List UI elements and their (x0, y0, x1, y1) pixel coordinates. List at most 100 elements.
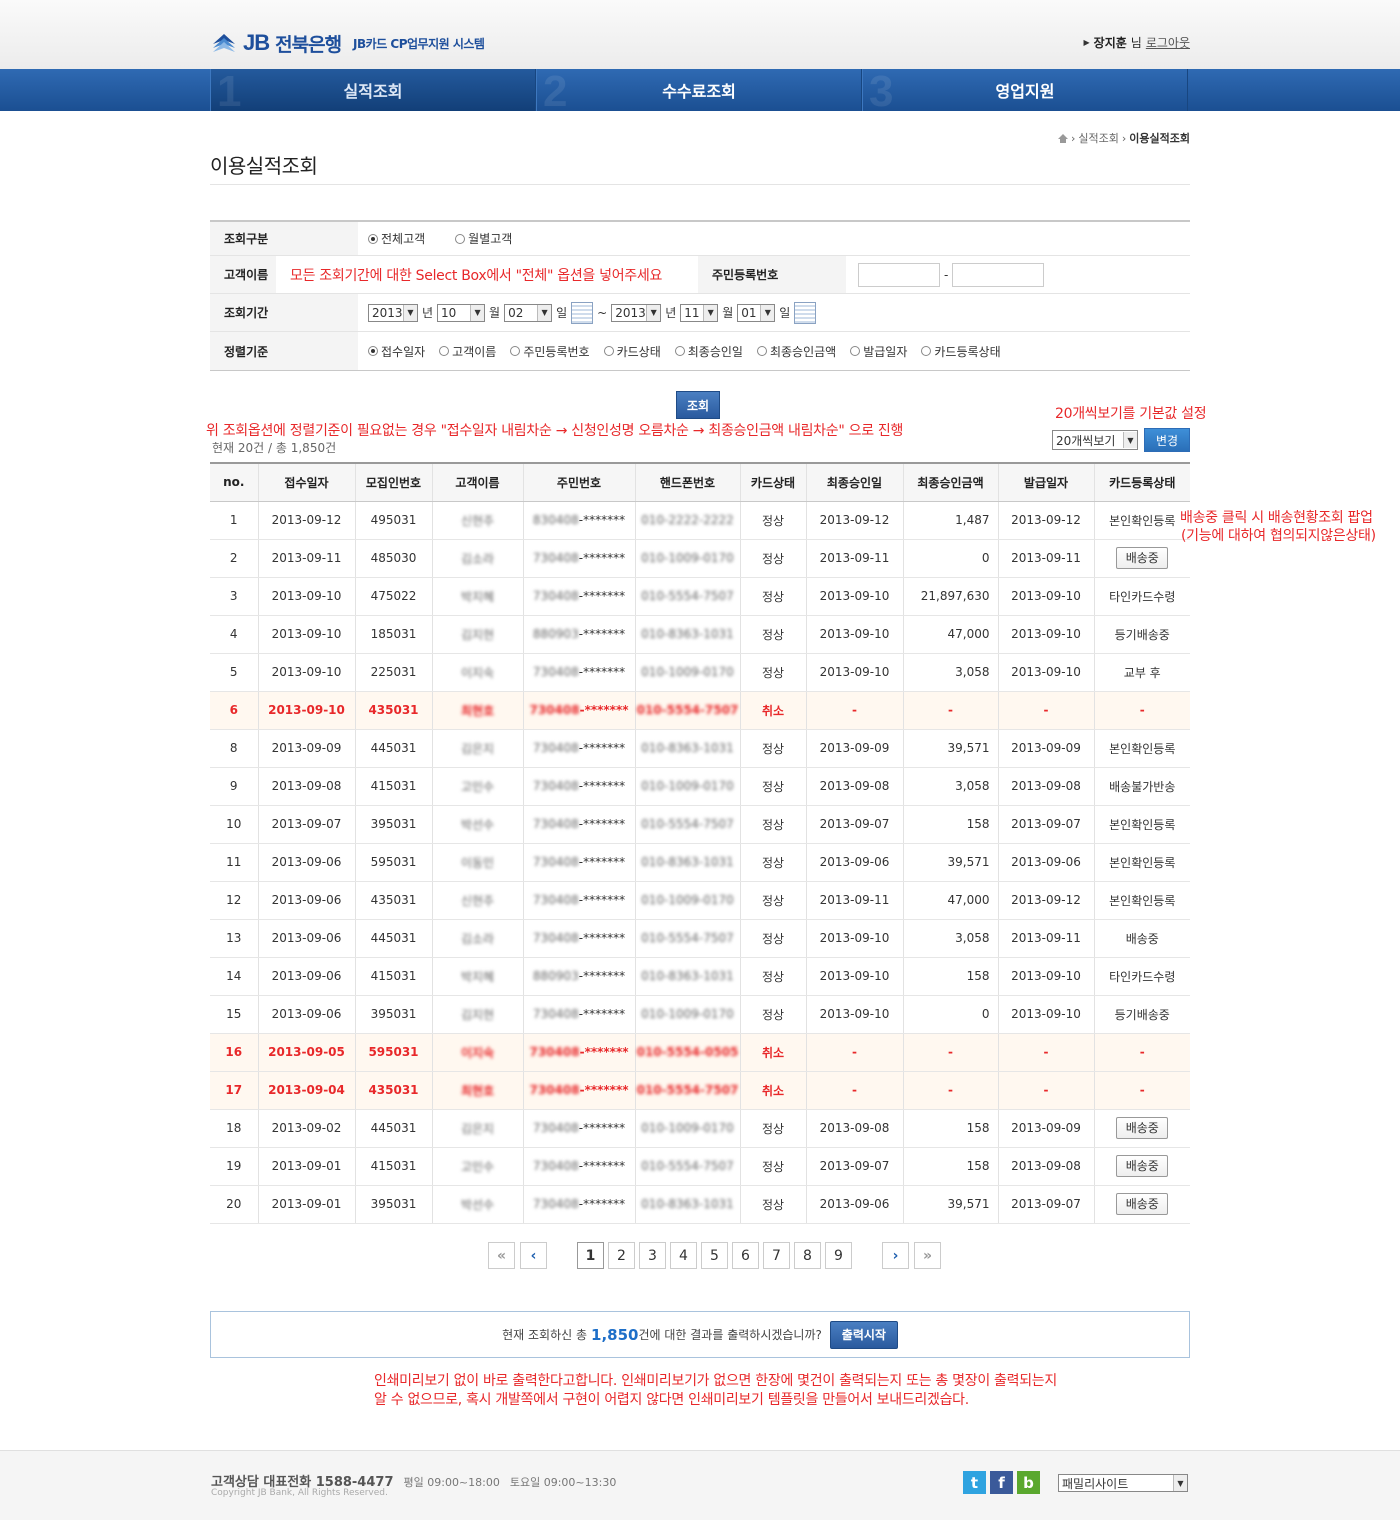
radio-all-customers[interactable]: 전체고객 (368, 230, 425, 247)
page-number-button[interactable]: 9 (825, 1242, 852, 1269)
cell-phone: 010-1009-0170 (634, 1109, 740, 1148)
cell-rrn: 730408-******* (522, 691, 635, 730)
masked-rrn: 730408-******* (533, 893, 625, 907)
twitter-icon[interactable]: t (963, 1471, 986, 1494)
page-number-button[interactable]: 7 (763, 1242, 790, 1269)
page-number-button[interactable]: 8 (794, 1242, 821, 1269)
masked-name: 김소라 (460, 931, 495, 946)
cell-amount: 158 (902, 957, 998, 996)
cell-date: 2013-09-11 (257, 539, 355, 578)
sort-option-radio[interactable]: 카드등록상태 (921, 343, 1001, 360)
cell-phone: 010-1009-0170 (634, 653, 740, 692)
to-year-select[interactable]: 2013 ▼ (611, 303, 662, 322)
column-header: 고객이름 (431, 464, 523, 502)
page-number-button[interactable]: 3 (639, 1242, 666, 1269)
cell-name: 신현주 (431, 501, 523, 540)
from-year-select[interactable]: 2013 ▼ (368, 303, 418, 322)
sort-option-radio[interactable]: 최종승인일 (674, 343, 743, 360)
first-page-button[interactable]: « (488, 1242, 515, 1269)
masked-rrn: 730408-******* (533, 665, 625, 679)
cell-phone: 010-8363-1031 (634, 729, 740, 768)
rrn-first-input[interactable] (858, 262, 940, 287)
shipping-status-button[interactable]: 배송중 (1116, 1193, 1169, 1215)
from-day-select[interactable]: 02 ▼ (504, 303, 553, 322)
masked-rrn: 730408-******* (533, 589, 625, 603)
page-number-button[interactable]: 5 (701, 1242, 728, 1269)
rrn-second-input[interactable] (952, 262, 1045, 287)
sort-option-radio[interactable]: 발급일자 (850, 343, 907, 360)
calendar-icon[interactable] (794, 301, 817, 324)
rrn-masked-suffix: -******* (578, 931, 626, 945)
table-row: 8 2013-09-09 445031 김은지 730408-******* 010-83… (210, 729, 1190, 768)
radio-selected-icon (368, 346, 378, 356)
main-nav: 1 실적조회 2 수수료조회 3 영업지원 (0, 67, 1400, 116)
rrn-masked-suffix: -******* (579, 1083, 629, 1097)
cell-status: 정상 (739, 881, 806, 920)
facebook-icon[interactable]: f (990, 1471, 1013, 1494)
breadcrumb-parent[interactable]: 실적조회 (1078, 130, 1118, 146)
page-number-button[interactable]: 4 (670, 1242, 697, 1269)
page-number-button[interactable]: 6 (732, 1242, 759, 1269)
masked-phone: 010-5554-7507 (641, 817, 734, 831)
rrn-masked-prefix: 730408 (532, 855, 579, 869)
cell-approve: 2013-09-07 (805, 805, 903, 844)
select-value: 10 (441, 305, 457, 320)
cell-date: 2013-09-06 (257, 843, 355, 882)
rrn-masked-prefix: 730408 (532, 1007, 579, 1021)
cell-approve: 2013-09-10 (805, 615, 903, 654)
cell-phone: 010-8363-1031 (634, 615, 740, 654)
cell-status: 정상 (739, 1109, 806, 1148)
shipping-status-button[interactable]: 배송중 (1116, 547, 1169, 569)
nav-item-performance[interactable]: 1 실적조회 (210, 67, 536, 116)
page-number-button[interactable]: 1 (577, 1242, 604, 1269)
radio-monthly-customers[interactable]: 월별고객 (455, 230, 512, 247)
sort-option-radio[interactable]: 고객이름 (439, 343, 496, 360)
change-button[interactable]: 변경 (1144, 428, 1190, 452)
family-site-select[interactable]: 패밀리사이트 ▼ (1058, 1474, 1188, 1492)
calendar-icon[interactable] (571, 301, 594, 324)
cell-name: 박선수 (431, 1185, 523, 1224)
to-month-select[interactable]: 11 ▼ (680, 303, 719, 322)
cell-phone: 010-5554-7507 (634, 577, 740, 616)
nav-item-sales-support[interactable]: 3 영업지원 (862, 67, 1188, 116)
cell-amount: 39,571 (902, 843, 998, 882)
masked-name: 최현호 (460, 1083, 495, 1098)
shipping-status-button[interactable]: 배송중 (1116, 1117, 1169, 1139)
page-size-select[interactable]: 20개씩보기 ▼ (1052, 430, 1138, 450)
sort-option-radio[interactable]: 최종승인금액 (756, 343, 836, 360)
rrn-masked-prefix: 830408 (532, 513, 579, 527)
cell-phone: 010-1009-0170 (634, 995, 740, 1034)
shipping-status-button[interactable]: 배송중 (1116, 1155, 1169, 1177)
masked-name: 김은지 (460, 1121, 495, 1136)
next-page-button[interactable]: › (882, 1242, 909, 1269)
page-number-button[interactable]: 2 (608, 1242, 635, 1269)
from-month-select[interactable]: 10 ▼ (437, 303, 486, 322)
cell-name: 김소라 (431, 919, 523, 958)
cell-issue: 2013-09-12 (997, 881, 1094, 920)
table-row: 19 2013-09-01 415031 고민수 730408-******* 010-5… (210, 1147, 1190, 1186)
nav-item-fee[interactable]: 2 수수료조회 (536, 67, 862, 116)
sort-option-radio[interactable]: 주민등록번호 (510, 343, 590, 360)
cell-rrn: 880903-******* (522, 957, 635, 996)
search-row-period: 조회기간 2013 ▼ 년 10 ▼ 월 02 ▼ 일 ~ 2013 ▼ 년 11 ▼ 월… (210, 294, 1190, 332)
cell-amount: 39,571 (902, 729, 998, 768)
cell-amount: 3,058 (902, 653, 998, 692)
logout-link[interactable]: 로그아웃 (1146, 34, 1190, 51)
bank-logo[interactable]: JB 전북은행 JB카드 CP업무지원 시스템 (211, 29, 485, 57)
jb-logo-mark-icon (213, 34, 235, 52)
home-icon[interactable] (1057, 133, 1068, 143)
cell-name: 최현호 (431, 691, 523, 730)
search-button[interactable]: 조회 (676, 391, 720, 419)
print-start-button[interactable]: 출력시작 (829, 1320, 898, 1349)
blog-icon[interactable]: b (1017, 1471, 1040, 1494)
radio-label: 발급일자 (863, 344, 908, 359)
result-summary: 현재 20건 / 총 1,850건 (212, 441, 337, 455)
last-page-button[interactable]: » (914, 1242, 941, 1269)
to-day-select[interactable]: 01 ▼ (737, 303, 776, 322)
prev-page-button[interactable]: ‹ (520, 1242, 547, 1269)
sort-option-radio[interactable]: 접수일자 (368, 343, 425, 360)
select-value: 11 (684, 305, 700, 320)
masked-rrn: 730408-******* (533, 1121, 625, 1135)
sort-option-radio[interactable]: 카드상태 (603, 343, 661, 360)
table-body: 1 2013-09-12 495031 신현주 830408-******* 010-22… (210, 501, 1190, 1224)
